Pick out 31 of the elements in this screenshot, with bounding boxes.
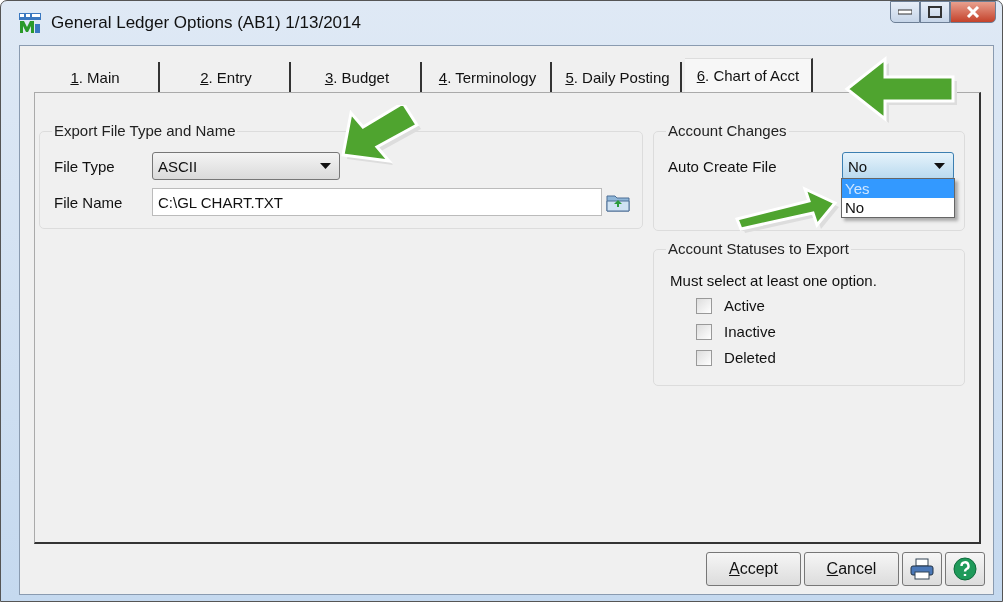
minimize-icon [898,9,912,15]
folder-icon[interactable] [606,192,630,212]
checkbox[interactable]: Deleted [696,349,776,366]
checkbox[interactable]: Inactive [696,323,776,340]
caret-icon [934,163,945,169]
hint-text: Must select at least one option. [670,272,878,289]
checkbox[interactable]: Active [696,297,765,314]
field-label: Auto Create File [668,157,777,175]
dialog-button[interactable]: Accept [706,552,801,586]
caret-icon [320,163,331,169]
group-title: Account Changes [666,122,789,139]
help-button[interactable] [945,552,985,586]
maximize-button[interactable] [920,1,950,23]
maximize-icon [928,6,942,18]
file-type-dropdown[interactable]: ASCII [152,152,340,180]
field-label: File Type [54,157,116,175]
tab[interactable]: 6. Chart of Acct [685,58,813,92]
minimize-button[interactable] [890,1,920,23]
auto-create-file-dropdown[interactable]: No [842,152,954,180]
dialog-button[interactable]: Cancel [804,552,899,586]
group-title: Export File Type and Name [52,122,238,139]
close-icon [966,6,980,18]
file-name-field[interactable]: C:\GL CHART.TXT [152,188,602,216]
window-title: General Ledger Options (AB1) 1/13/2014 [51,13,361,33]
app-logo-icon [19,13,41,33]
print-button[interactable] [902,552,942,586]
close-button[interactable] [950,1,996,23]
field-label: File Name [54,193,124,211]
help-icon [953,557,977,581]
dropdown-option[interactable]: No [842,198,954,217]
printer-icon [910,558,934,580]
